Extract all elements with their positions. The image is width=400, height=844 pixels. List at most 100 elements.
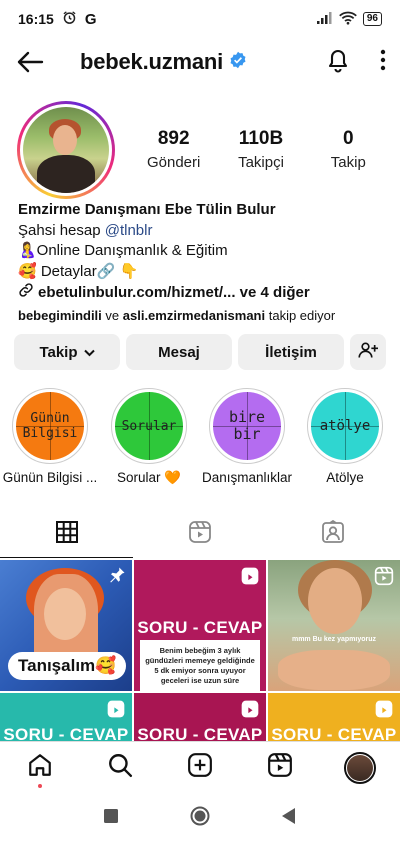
signal-icon [316,11,333,27]
contact-button-label: İletişim [265,343,317,361]
post-thumbnail[interactable]: SORU - CEVAP [268,693,400,741]
reel-indicator-icon [240,566,260,591]
posts-grid: Tanışalım🥰 SORU - CEVAP Benim bebeğim 3 … [0,560,400,741]
system-navigation-bar [0,793,400,844]
highlight-label: Danışmanlıklar [201,470,293,485]
nav-home[interactable] [20,748,60,788]
followed-user: bebegimindili [18,307,102,323]
profile-stats: 892 Gönderi 110B Takipçi 0 Takip [130,128,392,171]
bottom-navigation [0,741,400,793]
reel-indicator-icon [106,699,126,724]
stat-label: Takip [330,154,366,171]
more-options-icon[interactable] [380,49,386,76]
profile-display-name: Emzirme Danışmanı Ebe Tülin Bulur [18,201,276,218]
tab-reels[interactable] [133,510,266,558]
tab-posts-grid[interactable] [0,510,133,558]
bio-link-text: ebetulinbulur.com/hizmet/... ve 4 diğer [38,284,310,301]
post-caption-overlay: mmm Bu kez yapmıyoruz [291,636,377,643]
profile-action-buttons: Takip Mesaj İletişim [14,334,386,370]
post-thumbnail[interactable]: mmm Bu kez yapmıyoruz [268,560,400,691]
highlight-sorular[interactable]: Sorular Sorular 🧡 [100,388,198,492]
nav-reels[interactable] [260,748,300,788]
profile-avatar-small [344,751,376,784]
bio-line: Şahsi hesap @tlnblr [18,221,388,242]
battery-indicator: 96 [362,12,382,26]
follow-button-label: Takip [39,343,78,361]
bio-line: 🤱Online Danışmanlık & Eğitim [18,242,228,259]
tagged-person-icon [321,519,345,549]
bio-text: Şahsi hesap [18,221,105,239]
search-icon [107,752,133,783]
profile-username: bebek.uzmani [80,49,224,74]
followed-by[interactable]: bebegimindili ve asli.emzirmedanismani t… [18,306,388,327]
reel-indicator-icon [374,566,394,591]
nav-profile[interactable] [340,748,380,788]
highlight-cover: Günün Bilgisi [16,392,84,460]
stat-label: Gönderi [146,154,201,171]
highlight-label: Atölye [326,470,364,485]
follow-button[interactable]: Takip [14,334,120,370]
tab-tagged[interactable] [267,510,400,558]
message-button[interactable]: Mesaj [126,334,232,370]
stat-label: Takipçi [238,154,284,171]
post-thumbnail[interactable]: SORU - CEVAP Benim bebeğim 3 aylık gündü… [134,560,266,691]
notification-dot [38,783,42,788]
google-icon: G [84,10,97,28]
message-button-label: Mesaj [158,343,200,361]
chevron-down-icon [83,344,95,361]
profile-avatar[interactable] [17,101,115,199]
profile-header: bebek.uzmani [0,38,400,86]
post-thumbnail[interactable]: SORU - CEVAP [0,693,132,741]
reel-indicator-icon [374,699,394,724]
highlight-danismanliklar[interactable]: bire bir Danışmanlıklar [198,388,296,492]
stat-following[interactable]: 0 Takip [305,128,392,171]
bio-mention-link[interactable]: @tlnblr [105,222,153,239]
stat-value: 892 [157,128,190,149]
profile-summary: 892 Gönderi 110B Takipçi 0 Takip [0,100,400,200]
status-bar: 16:15 G 96 [0,0,400,38]
post-thumbnail[interactable]: SORU - CEVAP [134,693,266,741]
home-icon [27,752,53,783]
stat-value: 0 [343,128,354,149]
status-time: 16:15 [18,11,54,27]
highlight-cover: bire bir [213,392,281,460]
reels-icon [267,752,293,783]
followed-user: asli.emzirmedanismani [122,307,266,323]
followed-text: takip ediyor [265,307,336,323]
post-overlay-text: SORU - CEVAP [137,618,263,637]
story-highlights: Günün Bilgisi Günün Bilgisi ... Sorular … [0,388,400,492]
highlight-cover: atölye [311,392,379,460]
highlight-cover-text: Günün Bilgisi [22,411,78,441]
active-tab-indicator [0,556,133,558]
highlight-cover-text: atölye [319,417,371,434]
reel-indicator-icon [240,699,260,724]
post-overlay-text: Tanışalım🥰 [8,652,127,680]
post-question-text: Benim bebeğim 3 aylık gündüzleri memeye … [140,640,260,691]
post-overlay-text: SORU - CEVAP [271,725,397,741]
highlight-gunun-bilgisi[interactable]: Günün Bilgisi Günün Bilgisi ... [0,388,100,492]
highlight-label: Günün Bilgisi ... [2,470,98,485]
contact-button[interactable]: İletişim [238,334,344,370]
verified-badge-icon [229,51,247,74]
nav-create[interactable] [180,748,220,788]
back-arrow-icon[interactable] [16,51,44,78]
bio-line: 🥰 Detaylar🔗 👇 [18,262,139,280]
stat-posts[interactable]: 892 Gönderi [130,128,217,171]
highlight-cover: Sorular [115,392,183,460]
highlight-atolye[interactable]: atölye Atölye [296,388,394,492]
nav-search[interactable] [100,748,140,788]
link-icon [18,282,34,305]
home-button-icon[interactable] [190,806,210,831]
suggested-users-button[interactable] [350,334,386,370]
recent-apps-icon[interactable] [104,809,118,828]
post-overlay-text: SORU - CEVAP [137,725,263,741]
stat-followers[interactable]: 110B Takipçi [217,128,304,171]
bio-link[interactable]: ebetulinbulur.com/hizmet/... ve 4 diğer [18,282,388,305]
post-thumbnail[interactable]: Tanışalım🥰 [0,560,132,691]
back-button-icon[interactable] [282,808,296,829]
highlight-cover-text: bire bir [228,408,266,443]
stat-value: 110B [238,128,284,149]
profile-content-tabs [0,510,400,558]
notification-bell-icon[interactable] [326,47,350,78]
grid-icon [55,520,78,548]
